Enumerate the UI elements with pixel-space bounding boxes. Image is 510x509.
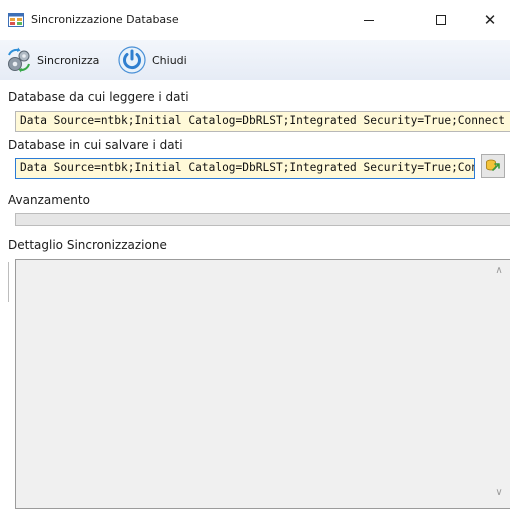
source-database-label: Database da cui leggere i dati xyxy=(8,90,189,104)
close-window-button[interactable]: ✕ xyxy=(470,0,510,40)
close-button[interactable]: Chiudi xyxy=(117,46,187,74)
window-title: Sincronizzazione Database xyxy=(31,13,179,26)
progress-bar xyxy=(15,213,510,226)
sync-detail-label: Dettaglio Sincronizzazione xyxy=(8,238,167,252)
scroll-up-arrow-icon[interactable]: ∧ xyxy=(492,263,506,277)
maximize-icon xyxy=(436,15,446,25)
toolbar: Sincronizza Chiudi xyxy=(0,40,510,80)
title-bar[interactable]: Sincronizzazione Database ✕ xyxy=(0,0,510,40)
close-icon: ✕ xyxy=(483,11,497,29)
database-select-icon xyxy=(486,159,500,171)
select-database-button[interactable] xyxy=(481,154,505,178)
source-connection-input[interactable]: Data Source=ntbk;Initial Catalog=DbRLST;… xyxy=(15,111,510,132)
power-icon xyxy=(118,46,146,74)
left-edge-divider xyxy=(8,262,9,302)
sync-button[interactable]: Sincronizza xyxy=(6,46,99,74)
minimize-icon xyxy=(364,19,374,21)
destination-connection-input[interactable]: Data Source=ntbk;Initial Catalog=DbRLST;… xyxy=(15,158,475,179)
sync-gears-icon xyxy=(8,47,30,73)
app-window-icon xyxy=(8,12,24,28)
progress-label: Avanzamento xyxy=(8,193,90,207)
sync-detail-textarea[interactable]: ∧ ∨ xyxy=(15,259,510,509)
sync-button-label: Sincronizza xyxy=(37,53,100,67)
scroll-down-arrow-icon[interactable]: ∨ xyxy=(492,485,506,499)
maximize-button[interactable] xyxy=(418,0,464,40)
minimize-button[interactable] xyxy=(346,0,392,40)
close-button-label: Chiudi xyxy=(152,53,187,67)
destination-database-label: Database in cui salvare i dati xyxy=(8,138,183,152)
